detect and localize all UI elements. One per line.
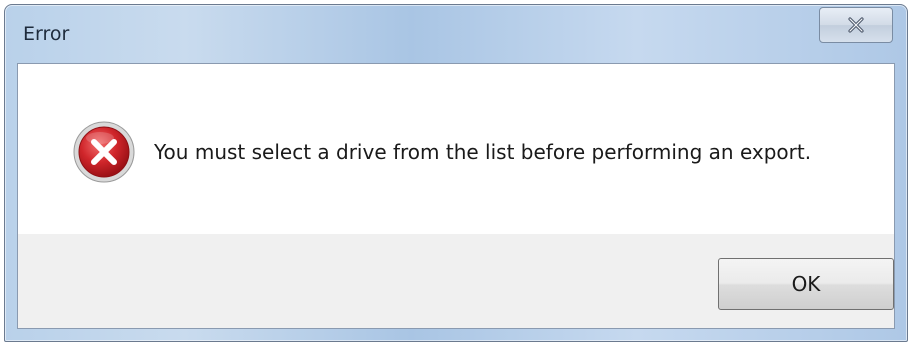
close-button[interactable]: [819, 7, 893, 43]
dialog-footer: OK: [18, 234, 894, 328]
window-title: Error: [23, 23, 70, 45]
ok-button[interactable]: OK: [718, 258, 894, 310]
ok-button-label: OK: [791, 272, 821, 296]
close-icon: [847, 17, 865, 33]
error-icon: [72, 120, 136, 184]
title-bar[interactable]: Error: [5, 5, 907, 63]
error-message: You must select a drive from the list be…: [154, 140, 812, 164]
dialog-client-area: You must select a drive from the list be…: [17, 63, 895, 329]
error-dialog-window: Error You must select a drive from the l…: [4, 4, 908, 342]
dialog-content: You must select a drive from the list be…: [18, 64, 894, 234]
